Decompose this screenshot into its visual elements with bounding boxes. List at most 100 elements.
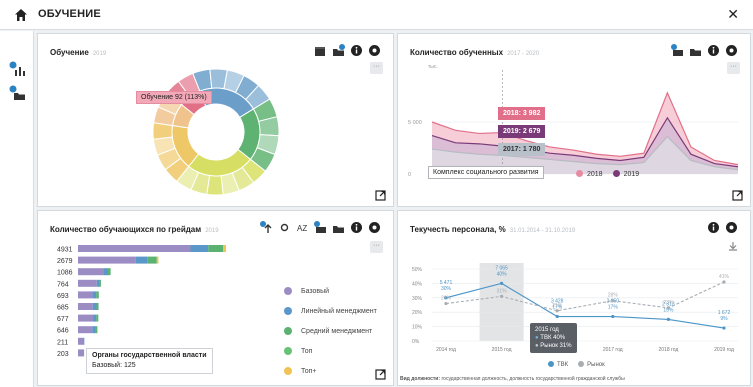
data-point — [555, 309, 559, 313]
legend-item[interactable]: Топ — [284, 347, 312, 355]
y-tick-label: 5 000 — [408, 120, 422, 126]
y-tick-label: 0% — [412, 339, 420, 345]
data-point — [666, 306, 670, 310]
legend-item[interactable]: Рынок — [578, 361, 605, 368]
x-tick-label: 2018 год — [658, 347, 678, 353]
expand-icon[interactable] — [375, 190, 386, 201]
footnote: Вид должности: государственная должность… — [400, 376, 625, 382]
bar-segment — [78, 303, 93, 310]
bar-segment — [92, 291, 97, 299]
bar-segment — [223, 245, 226, 252]
top-bar: ОБУЧЕНИЕ ✕ — [0, 0, 753, 30]
filter-folder-icon[interactable] — [9, 85, 27, 101]
home-icon[interactable] — [14, 8, 28, 22]
legend-item[interactable]: Средний менеджмент — [284, 327, 372, 335]
bar-label: 4931 — [57, 247, 73, 254]
data-point — [444, 301, 448, 306]
series-tooltip: 2017: 1 780 — [498, 143, 546, 156]
data-point — [722, 280, 726, 284]
bar-label: 1086 — [57, 270, 73, 277]
bar-label: 764 — [57, 281, 69, 288]
data-label: 26% — [441, 296, 452, 302]
data-label: 41% — [719, 274, 730, 280]
y-axis-label: тыс. — [428, 64, 438, 70]
bar-segment — [78, 349, 84, 357]
data-point — [500, 281, 504, 285]
bar-segment — [83, 337, 85, 345]
data-point — [555, 314, 559, 319]
area-chart: тыс. 5 000 0 — [408, 64, 739, 178]
data-label: 21% — [552, 303, 563, 309]
bar-segment — [156, 256, 159, 264]
x-tick-label: 2015 год — [492, 347, 512, 353]
tooltip-line: ● Рынок 31% — [535, 343, 572, 349]
x-tick-label: 2017 год — [603, 347, 623, 353]
bar-segment — [78, 245, 191, 252]
legend-item[interactable]: Базовый — [284, 287, 329, 295]
legend-item[interactable]: 2018 — [576, 170, 603, 178]
y-tick-label: 30% — [412, 296, 423, 302]
y-tick-label: 40% — [412, 281, 423, 287]
turnover-panel: Текучесть персонала, % 31.01.2014 - 31.10… — [397, 210, 751, 386]
left-sidebar — [0, 31, 34, 387]
bar-segment — [208, 245, 224, 252]
tooltip-title: Органы государственной власти — [92, 352, 207, 359]
tooltip-line: 2015 год — [535, 327, 559, 333]
data-point — [611, 299, 615, 303]
bar-segment — [83, 349, 85, 357]
bar-segment — [78, 314, 94, 322]
data-point — [666, 317, 670, 321]
data-point — [611, 314, 615, 319]
training-panel: Обучение 2019 ··· Обучение 92 (113%) — [37, 33, 394, 207]
data-label: 23% — [663, 300, 674, 306]
y-tick-label: 50% — [412, 267, 423, 273]
chart-legend: 2018 2019 — [576, 170, 639, 178]
page-title: ОБУЧЕНИЕ — [38, 8, 101, 20]
bar-label: 203 — [57, 351, 69, 358]
bar-segment — [107, 268, 111, 276]
data-label: 40% — [497, 271, 508, 277]
bar-segment — [92, 303, 97, 310]
data-label: 31% — [497, 288, 508, 294]
expand-icon[interactable] — [732, 190, 743, 201]
legend-item[interactable]: ТВК — [548, 361, 568, 368]
close-icon[interactable]: ✕ — [727, 6, 739, 23]
expand-icon[interactable] — [375, 369, 386, 380]
hover-category-label: Комплекс социального развития — [428, 166, 544, 179]
bar-label: 677 — [57, 316, 69, 323]
bar-segment — [78, 256, 136, 264]
data-point — [722, 326, 726, 330]
chart-tooltip: Органы государственной власти Базовый: 1… — [86, 348, 213, 374]
bar-segment — [78, 326, 93, 334]
legend-item[interactable]: Линейный менеджмент — [284, 307, 377, 315]
y-tick-label: 20% — [412, 310, 423, 316]
x-tick-label: 2014 год — [436, 347, 456, 353]
bar-label: 211 — [57, 339, 68, 346]
filter-chart-icon[interactable] — [9, 61, 27, 77]
data-point — [500, 294, 504, 298]
chart-tooltip: 2015 год ● ТВК 40% ● Рынок 31% — [530, 323, 577, 353]
bar-segment — [95, 326, 98, 334]
bar-segment — [96, 279, 100, 287]
bar-segment — [96, 291, 99, 299]
x-tick-label: 2019 год — [714, 347, 734, 353]
y-tick-label: 0 — [408, 172, 411, 178]
chart-legend: ТВК Рынок — [548, 361, 605, 368]
chart-tooltip: Обучение 92 (113%) — [136, 91, 212, 104]
bar-segment — [93, 314, 97, 322]
series-tooltip: 2018: 3 982 — [498, 107, 546, 120]
bar-segment — [96, 303, 99, 310]
data-label: 30% — [441, 286, 452, 292]
bar-segment — [78, 291, 93, 299]
bar-segment — [78, 268, 104, 276]
sunburst-chart — [152, 68, 280, 196]
legend-item[interactable]: 2019 — [612, 170, 639, 178]
trained-count-panel: Количество обученных 2017 - 2020 ··· тыс.… — [397, 33, 751, 207]
y-tick-label: 10% — [412, 325, 423, 331]
data-label: 28% — [608, 293, 619, 299]
legend-item[interactable]: Топ+ — [284, 367, 317, 375]
bar-label: 693 — [57, 293, 69, 300]
bar-label: 646 — [57, 328, 69, 335]
bar-segment — [190, 245, 209, 252]
grades-panel: Количество обучающихся по грейдам 2019 AZ… — [37, 210, 394, 386]
